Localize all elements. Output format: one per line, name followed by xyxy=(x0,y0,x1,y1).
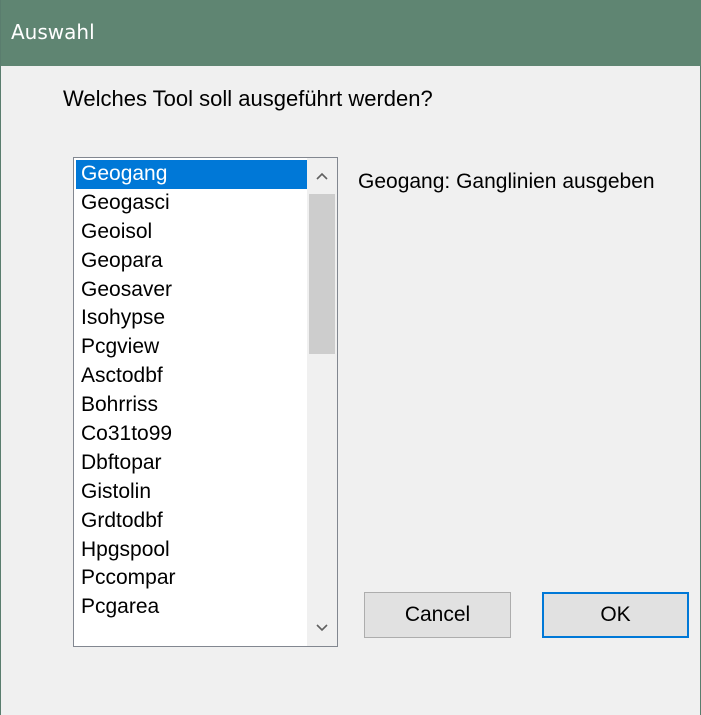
window-title: Auswahl xyxy=(11,20,95,44)
list-item[interactable]: Gistolin xyxy=(76,478,308,507)
list-item[interactable]: Geogasci xyxy=(76,189,308,218)
tool-description: Geogang: Ganglinien ausgeben xyxy=(358,170,655,193)
list-item[interactable]: Grdtodbf xyxy=(76,507,308,536)
list-item[interactable]: Geogang xyxy=(76,160,308,189)
list-item[interactable]: Geopara xyxy=(76,247,308,276)
chevron-up-icon xyxy=(316,172,328,180)
list-item[interactable]: Pccompar xyxy=(76,564,308,593)
scroll-thumb[interactable] xyxy=(309,194,335,354)
prompt-label: Welches Tool soll ausgeführt werden? xyxy=(63,86,433,111)
vertical-scrollbar[interactable] xyxy=(307,158,337,646)
list-item[interactable]: Pcgarea xyxy=(76,593,308,622)
tool-listbox[interactable]: Geogang Geogasci Geoisol Geopara Geosaver Iso… xyxy=(73,157,338,647)
ok-button[interactable]: OK xyxy=(542,592,689,638)
scroll-up-button[interactable] xyxy=(307,158,337,194)
list-item[interactable]: Dbftopar xyxy=(76,449,308,478)
title-bar[interactable]: Auswahl xyxy=(1,0,701,66)
list-item[interactable]: Bohrriss xyxy=(76,391,308,420)
list-items: Geogang Geogasci Geoisol Geopara Geosaver Iso… xyxy=(76,160,308,622)
chevron-down-icon xyxy=(316,624,328,632)
list-item[interactable]: Isohypse xyxy=(76,304,308,333)
list-item[interactable]: Geosaver xyxy=(76,276,308,305)
scroll-down-button[interactable] xyxy=(307,610,337,646)
list-item[interactable]: Geoisol xyxy=(76,218,308,247)
list-item[interactable]: Hpgspool xyxy=(76,536,308,565)
list-item[interactable]: Asctodbf xyxy=(76,362,308,391)
dialog-window: Auswahl Welches Tool soll ausgeführt wer… xyxy=(0,0,701,715)
cancel-button[interactable]: Cancel xyxy=(364,592,511,638)
list-item[interactable]: Co31to99 xyxy=(76,420,308,449)
list-item[interactable]: Pcgview xyxy=(76,333,308,362)
